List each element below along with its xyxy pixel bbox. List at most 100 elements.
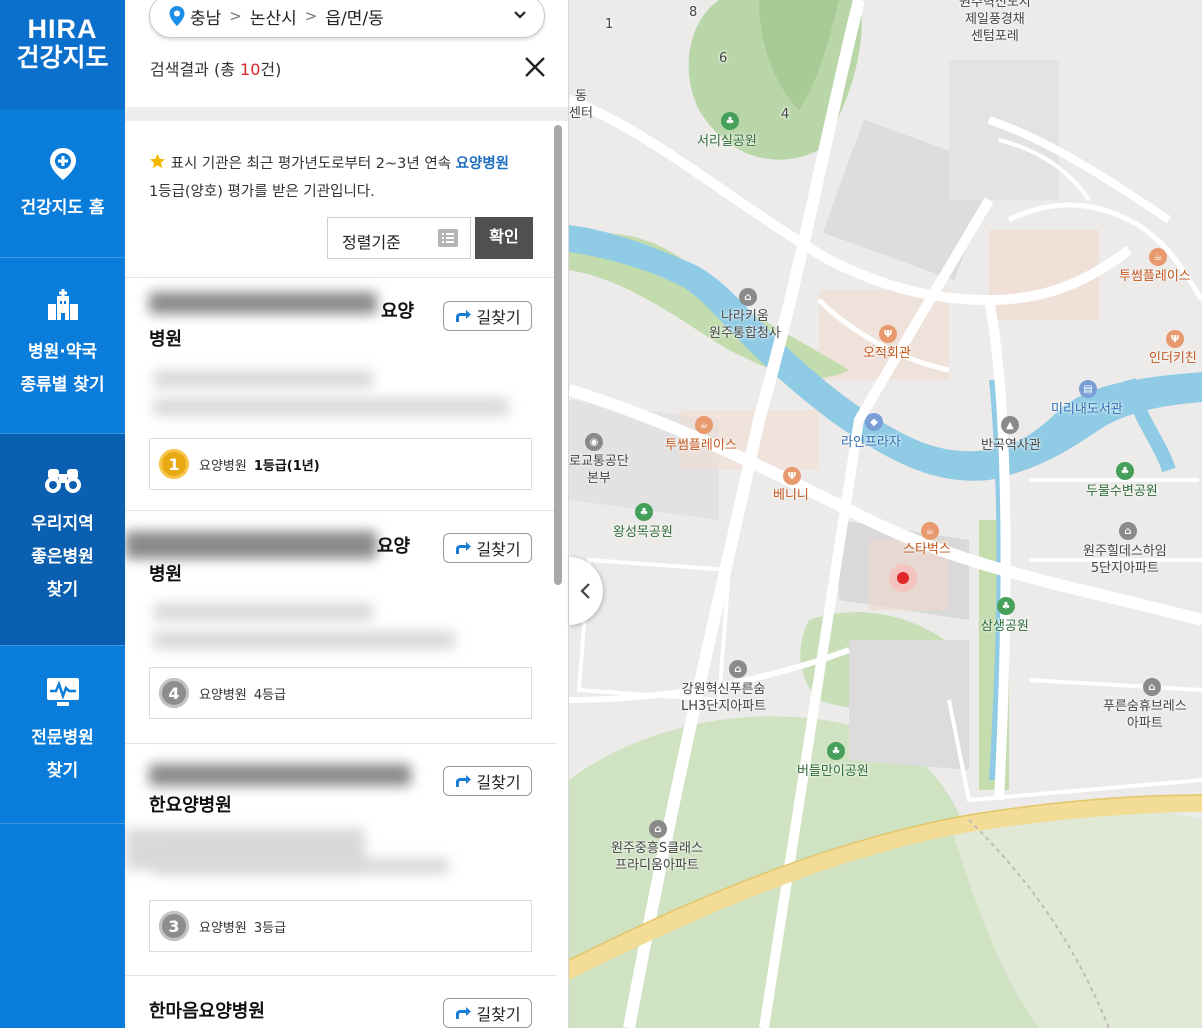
map-label-park[interactable]: 두물수변공원 [1086,483,1158,500]
hospital-name[interactable]: 한요양병원 [149,792,429,820]
chevron-down-icon[interactable] [512,7,528,23]
binoculars-icon [44,469,81,493]
map-view[interactable]: 원주혁신도시 제일풍경채 센텀포레 동 센터 1 8 6 4 ♣ 서리실공원 ⌂… [569,0,1202,1028]
map-label-restaurant[interactable]: 베니니 [773,487,809,504]
map-label-restaurant[interactable]: 인더키친 [1149,350,1197,367]
map-label-apartment[interactable]: 원주중흥S클래스 프라디움아파트 [611,840,703,874]
hospital-name-visible: 요양 [377,536,411,557]
map-label-restaurant[interactable]: 오적회관 [863,345,911,362]
logo[interactable]: HIRA 건강지도 [0,0,125,110]
notice-text-2: 1등급(양호) 평가를 받은 기관입니다. [149,184,375,200]
restaurant-icon[interactable]: Ψ [879,325,897,343]
apartment-icon[interactable]: ⌂ [729,660,747,678]
museum-icon[interactable]: ▲ [1001,416,1019,434]
park-icon[interactable]: ♣ [1116,462,1134,480]
result-count: 검색결과 (총 10건) [150,56,281,80]
hospital-card[interactable]: 요양 병원 길찾기 1 요양병원 1등급(1년) [125,277,557,510]
route-arrow-icon [456,775,472,787]
redacted-phone [153,631,455,649]
apartment-icon[interactable]: ⌂ [1143,678,1161,696]
redacted-phone [153,398,509,416]
directions-button[interactable]: 길찾기 [443,998,532,1028]
directions-button[interactable]: 길찾기 [443,533,532,563]
hospital-name[interactable]: 요양 병원 [149,298,429,354]
map-label-cafe[interactable]: 투썸플레이스 [665,437,737,454]
nav-item-hospital-types[interactable]: 병원·약국 종류별 찾기 [0,258,125,434]
map-label-number: 8 [689,5,698,20]
map-label-park[interactable]: 왕성목공원 [613,524,673,541]
app-root: HIRA 건강지도 건강지도 홈 병원·약국 종류별 찾기 우리지역 좋은병원 … [0,0,1202,1028]
park-icon[interactable]: ♣ [721,112,739,130]
confirm-button[interactable]: 확인 [475,217,533,259]
map-label-park[interactable]: 삼생공원 [981,618,1029,635]
redacted-address [153,370,373,388]
map-label-library[interactable]: 미리내도서관 [1051,401,1123,418]
map-label-apartment: 원주혁신도시 제일풍경채 센텀포레 [959,0,1031,44]
result-prefix: 검색결과 (총 [150,60,241,79]
route-arrow-icon [456,310,472,322]
cafe-icon[interactable]: ☕ [1149,248,1167,266]
shopping-icon[interactable]: ◆ [865,413,883,431]
map-label-museum[interactable]: 반곡역사관 [981,437,1041,454]
apartment-icon[interactable]: ⌂ [649,820,667,838]
cafe-icon[interactable]: ☕ [921,522,939,540]
hospital-name-line2: 병원 [149,564,183,585]
nav-item-specialty[interactable]: 전문병원 찾기 [0,646,125,824]
map-label-apartment[interactable]: 푸른숨휴브레스 아파트 [1103,698,1187,732]
location-district[interactable]: 읍/면/동 [325,4,383,29]
nav-label-hospital-types: 병원·약국 종류별 찾기 [20,342,105,395]
directions-label: 길찾기 [476,310,521,327]
map-label-park[interactable]: 버들만이공원 [797,763,869,780]
location-province[interactable]: 충남 [190,4,221,29]
hospital-name[interactable]: 요양병원 [149,533,429,589]
map-label-number: 1 [605,17,614,32]
apartment-icon[interactable]: ⌂ [1119,522,1137,540]
cafe-icon[interactable]: ☕ [695,416,713,434]
nav-label-home: 건강지도 홈 [20,198,105,218]
map-label-apartment[interactable]: 원주힐데스하임 5단지아파트 [1083,543,1167,577]
sort-select[interactable]: 정렬기준 [327,217,471,259]
map-label-apartment[interactable]: 강원혁신푸른숨 LH3단지아파트 [681,681,766,715]
hospital-card[interactable]: 한요양병원 길찾기 3 요양병원 3등급 [125,743,557,975]
hospital-card[interactable]: 요양 병원 길찾기 4 요양병원 4등급 [125,510,557,743]
location-city[interactable]: 논산시 [250,4,297,29]
logo-line1: HIRA [27,14,98,44]
park-icon[interactable]: ♣ [827,742,845,760]
directions-button[interactable]: 길찾기 [443,766,532,796]
nav-item-home[interactable]: 건강지도 홈 [0,110,125,258]
directions-button[interactable]: 길찾기 [443,301,532,331]
map-label-shopping[interactable]: 라인프라자 [841,434,901,451]
directions-label: 길찾기 [476,1007,521,1024]
section-divider [125,107,568,121]
office-icon[interactable]: ◉ [585,433,603,451]
map-pin-plus-icon [49,148,76,180]
location-pin-icon [169,6,185,26]
directions-label: 길찾기 [476,542,521,559]
government-building-icon[interactable]: ⌂ [739,288,757,306]
grade-box: 1 요양병원 1등급(1년) [149,438,532,490]
hospital-building-icon [47,289,78,320]
map-label-government[interactable]: 나라키움 원주통합청사 [709,308,781,342]
notice-highlight: 요양병원 [455,156,510,172]
map-label-cafe[interactable]: 스타벅스 [903,541,951,558]
monitor-heartbeat-icon [46,678,79,706]
map-label-office[interactable]: 로교통공단 본부 [569,453,629,487]
close-icon[interactable] [522,54,548,80]
map-label-park[interactable]: 서리실공원 [697,133,757,150]
sort-label: 정렬기준 [342,233,401,252]
park-icon[interactable]: ♣ [997,597,1015,615]
evaluation-notice: 표시 기관은 최근 평가년도로부터 2~3년 연속 요양병원 1등급(양호) 평… [149,150,539,206]
directions-label: 길찾기 [476,775,521,792]
hospital-name[interactable]: 한마음요양병원 [149,998,429,1026]
scrollbar-thumb[interactable] [554,125,562,585]
library-icon[interactable]: ▤ [1079,380,1097,398]
restaurant-icon[interactable]: Ψ [783,467,801,485]
park-icon[interactable]: ♣ [635,503,653,521]
hospital-card[interactable]: 한마음요양병원 길찾기 [125,975,557,1028]
restaurant-icon[interactable]: Ψ [1166,330,1184,348]
location-selector[interactable]: 충남 > 논산시 > 읍/면/동 [149,0,545,38]
grade-box: 3 요양병원 3등급 [149,900,532,952]
list-icon [438,229,458,247]
map-label-cafe[interactable]: 투썸플레이스 [1119,268,1191,285]
nav-item-good-hospitals[interactable]: 우리지역 좋은병원 찾기 [0,434,125,646]
